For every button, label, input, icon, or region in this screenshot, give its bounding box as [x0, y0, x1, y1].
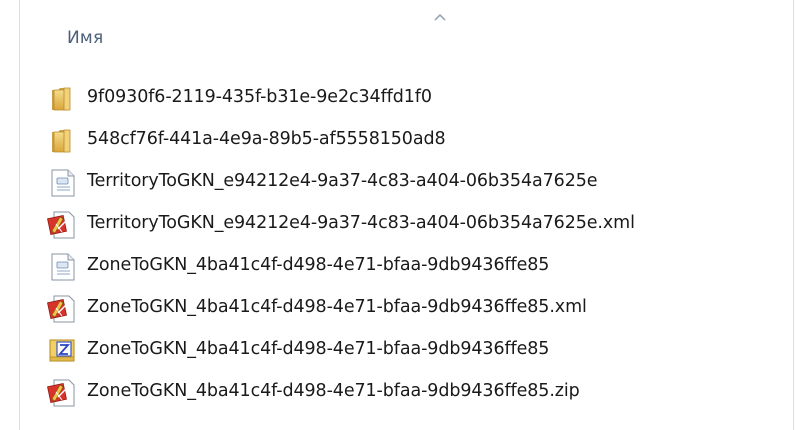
generic-file-icon: [46, 165, 80, 199]
file-list: 9f0930f6-2119-435f-b31e-9e2c34ffd1f0 548…: [20, 76, 793, 412]
file-row[interactable]: 9f0930f6-2119-435f-b31e-9e2c34ffd1f0: [20, 76, 793, 118]
file-row[interactable]: ZoneToGKN_4ba41c4f-d498-4e71-bfaa-9db943…: [20, 244, 793, 286]
file-name: ZoneToGKN_4ba41c4f-d498-4e71-bfaa-9db943…: [87, 339, 550, 359]
generic-file-icon: [46, 249, 80, 283]
file-name: 9f0930f6-2119-435f-b31e-9e2c34ffd1f0: [87, 87, 432, 107]
xml-file-icon: [46, 291, 80, 325]
file-row[interactable]: ZoneToGKN_4ba41c4f-d498-4e71-bfaa-9db943…: [20, 370, 793, 412]
pane-right-border: [793, 0, 794, 430]
name-column-label: Имя: [67, 28, 104, 48]
file-row[interactable]: TerritoryToGKN_e94212e4-9a37-4c83-a404-0…: [20, 202, 793, 244]
sort-ascending-icon: [434, 13, 446, 21]
file-row[interactable]: TerritoryToGKN_e94212e4-9a37-4c83-a404-0…: [20, 160, 793, 202]
file-name: ZoneToGKN_4ba41c4f-d498-4e71-bfaa-9db943…: [87, 255, 550, 275]
file-explorer-pane: Имя 9f0930f6-2119-435f-b31e-9e2c34ffd1f0: [0, 0, 799, 430]
file-name: 548cf76f-441a-4e9a-89b5-af5558150ad8: [87, 129, 446, 149]
folder-icon: [46, 123, 80, 157]
file-name: TerritoryToGKN_e94212e4-9a37-4c83-a404-0…: [87, 171, 598, 191]
xml-file-icon: [46, 375, 80, 409]
file-row[interactable]: ZoneToGKN_4ba41c4f-d498-4e71-bfaa-9db943…: [20, 286, 793, 328]
zip-folder-icon: [46, 333, 80, 367]
folder-icon: [46, 81, 80, 115]
file-name: TerritoryToGKN_e94212e4-9a37-4c83-a404-0…: [87, 213, 635, 233]
file-name: ZoneToGKN_4ba41c4f-d498-4e71-bfaa-9db943…: [87, 381, 580, 401]
xml-file-icon: [46, 207, 80, 241]
file-row[interactable]: 548cf76f-441a-4e9a-89b5-af5558150ad8: [20, 118, 793, 160]
file-row[interactable]: ZoneToGKN_4ba41c4f-d498-4e71-bfaa-9db943…: [20, 328, 793, 370]
file-name: ZoneToGKN_4ba41c4f-d498-4e71-bfaa-9db943…: [87, 297, 587, 317]
name-column-header[interactable]: Имя: [20, 0, 793, 62]
